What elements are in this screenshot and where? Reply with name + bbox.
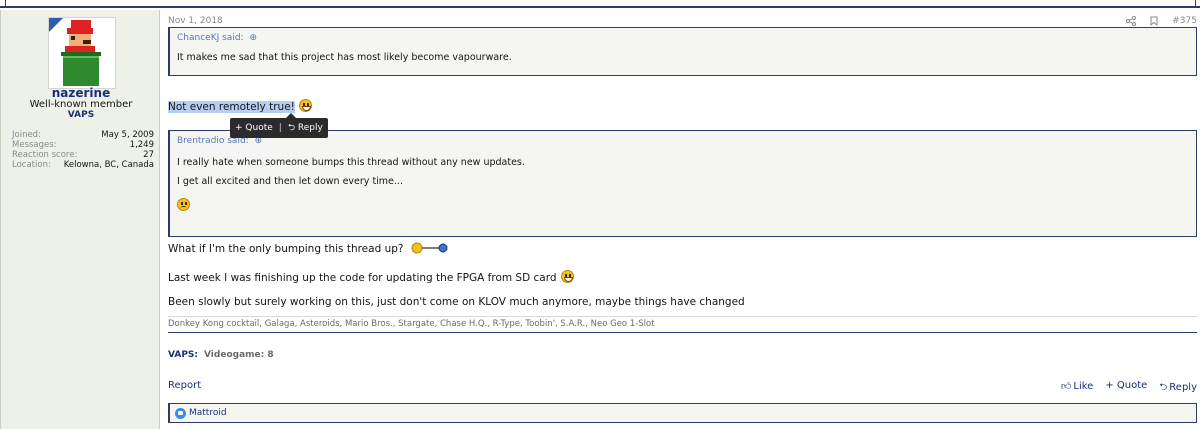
stat-joined: Joined: May 5, 2009	[12, 130, 154, 140]
stat-value[interactable]: Kelowna, BC, Canada	[64, 160, 154, 170]
tooltip-reply-button[interactable]: ⮌ Reply	[288, 120, 323, 136]
user-stats: Joined: May 5, 2009 Messages: 1,249 Reac…	[12, 130, 154, 170]
frown-smiley-icon	[177, 198, 190, 211]
paragraph-text: Been slowly but surely working on this, …	[168, 296, 745, 308]
reply-arrow-icon: ⮌	[287, 123, 296, 133]
top-divider-right	[1195, 0, 1196, 8]
like-reaction-icon	[175, 407, 186, 419]
key-smiley-icon	[411, 242, 449, 257]
signature: Donkey Kong cocktail, Galaga, Asteroids,…	[168, 319, 1197, 333]
quote-author-label: ChanceKJ said:	[177, 33, 244, 43]
top-divider	[0, 0, 1200, 8]
post-main: Nov 1, 2018 #375 ChanceKJ said: ⊕ It mak…	[168, 10, 1197, 429]
post-line-highlighted: Not even remotely true!	[168, 99, 312, 113]
mario-avatar-icon	[49, 18, 101, 86]
tooltip-quote-button[interactable]: + Quote	[235, 123, 273, 133]
quote-author[interactable]: ChanceKJ said: ⊕	[170, 28, 1196, 43]
paragraph-text: What if I'm the only bumping this thread…	[168, 243, 404, 255]
stat-reaction-score: Reaction score: 27	[12, 150, 154, 160]
reaction-user-link[interactable]: Mattroid	[189, 408, 227, 418]
like-button[interactable]: 👍︎ Like	[1061, 380, 1093, 397]
selected-text: Not even remotely true!	[168, 101, 295, 113]
user-title: Well-known member	[29, 99, 133, 110]
vaps-value: Videogame: 8	[204, 350, 274, 360]
tooltip-separator: |	[278, 123, 282, 133]
stat-label: Reaction score:	[12, 150, 78, 160]
username[interactable]: nazerine	[1, 86, 161, 100]
post-actions: 👍︎ Like + Quote ⮌ Reply	[1061, 380, 1197, 397]
stat-label: Location:	[12, 160, 51, 170]
quote-line: I really hate when someone bumps this th…	[177, 157, 525, 168]
reply-label: Reply	[1169, 382, 1197, 393]
stat-value[interactable]: 1,249	[130, 140, 154, 150]
user-sidebar: nazerine Well-known member VAPS Joined: …	[0, 10, 160, 429]
stat-value: May 5, 2009	[101, 130, 154, 140]
stat-label: Messages:	[12, 140, 57, 150]
vaps-field: VAPS: Videogame: 8	[168, 350, 274, 360]
post-paragraph: Last week I was finishing up the code fo…	[168, 270, 574, 284]
tooltip-reply-label: Reply	[297, 123, 323, 133]
vaps-label: VAPS:	[168, 350, 198, 360]
grin-smiley-icon	[298, 99, 312, 112]
reactions-bar: Mattroid	[168, 403, 1197, 423]
top-divider-left	[0, 0, 6, 8]
reply-button[interactable]: ⮌ Reply	[1159, 380, 1197, 397]
stat-value: 27	[143, 150, 154, 160]
quote-line: I get all excited and then let down ever…	[177, 176, 403, 187]
arrow-up-circle-icon[interactable]: ⊕	[249, 33, 257, 43]
quote-button[interactable]: + Quote	[1105, 380, 1147, 397]
stat-messages: Messages: 1,249	[12, 140, 154, 150]
post-date[interactable]: Nov 1, 2018	[168, 16, 223, 26]
selection-tooltip: + Quote | ⮌ Reply	[230, 113, 328, 138]
quote-block-brentradio: Brentradio said: ⊕ I really hate when so…	[168, 130, 1197, 237]
stat-label: Joined:	[12, 130, 41, 140]
user-banner: VAPS	[67, 110, 95, 120]
grin-smiley-icon	[560, 270, 574, 283]
report-link[interactable]: Report	[168, 380, 201, 391]
post-paragraph: Been slowly but surely working on this, …	[168, 296, 745, 308]
forum-post: nazerine Well-known member VAPS Joined: …	[0, 10, 1200, 429]
avatar[interactable]	[48, 17, 116, 89]
quote-text: It makes me sad that this project has mo…	[177, 52, 512, 63]
share-icon[interactable]	[1126, 16, 1137, 26]
quote-block-chancekj: ChanceKJ said: ⊕ It makes me sad that th…	[168, 27, 1197, 76]
post-number[interactable]: #375	[1172, 16, 1197, 26]
stat-location: Location: Kelowna, BC, Canada	[12, 160, 154, 170]
reply-arrow-icon: ⮌	[1159, 382, 1168, 393]
paragraph-text: Last week I was finishing up the code fo…	[168, 272, 557, 284]
post-meta-actions: #375	[1126, 16, 1197, 26]
signature-divider	[168, 316, 1197, 317]
post-paragraph: What if I'm the only bumping this thread…	[168, 242, 449, 257]
bookmark-icon[interactable]	[1150, 16, 1158, 26]
like-label: Like	[1073, 381, 1094, 392]
thumbs-up-icon: 👍︎	[1060, 381, 1072, 392]
